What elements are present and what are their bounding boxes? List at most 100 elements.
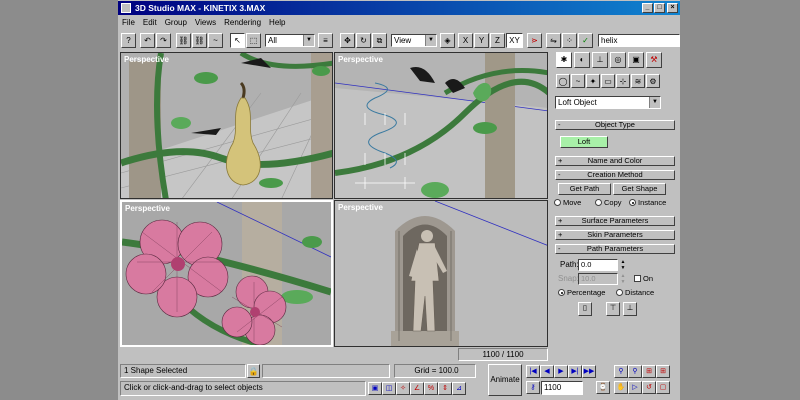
hierarchy-tab-icon[interactable]: ⊥ xyxy=(592,52,608,68)
loft-button[interactable]: Loft xyxy=(560,136,608,148)
previous-shape-button[interactable]: ⊤ xyxy=(606,302,620,316)
display-tab-icon[interactable]: ▣ xyxy=(628,52,644,68)
select-object-button[interactable]: ↖ xyxy=(230,33,245,48)
snap-on-checkbox[interactable]: On xyxy=(634,274,653,284)
pivot-center-button[interactable]: ◈ xyxy=(440,33,455,48)
scale-button[interactable]: ⧉ xyxy=(372,33,387,48)
arc-rotate-icon[interactable]: ↺ xyxy=(642,381,656,394)
instance-radio[interactable]: Instance xyxy=(629,198,666,208)
axis-xy-button[interactable]: XY xyxy=(506,33,523,48)
viewport-bottom-right[interactable]: Perspective xyxy=(334,200,548,347)
path-spinner-field[interactable]: 0.0 xyxy=(578,259,618,271)
menu-help[interactable]: Help xyxy=(265,16,289,30)
inverse-kinematics-button[interactable]: ⋗ xyxy=(527,33,542,48)
angle-snap-button[interactable]: ∠ xyxy=(410,382,424,395)
field-of-view-icon[interactable]: ▷ xyxy=(628,381,642,394)
viewport-top-left[interactable]: Perspective xyxy=(120,52,333,199)
helpers-icon[interactable]: ⊹ xyxy=(616,74,630,88)
rollout-object-type[interactable]: - Object Type xyxy=(555,120,675,130)
rollout-creation-method[interactable]: - Creation Method xyxy=(555,170,675,180)
go-to-start-button[interactable]: |◀ xyxy=(526,365,540,378)
rollout-skin-parameters[interactable]: + Skin Parameters xyxy=(555,230,675,240)
axis-y-button[interactable]: Y xyxy=(474,33,489,48)
array-button[interactable]: ⁘ xyxy=(562,33,577,48)
get-shape-button[interactable]: Get Shape xyxy=(613,183,666,195)
selection-lock-icon[interactable]: 🔒 xyxy=(247,364,260,378)
axis-z-button[interactable]: Z xyxy=(490,33,505,48)
time-slider[interactable]: 1100 / 1100 xyxy=(458,348,548,361)
path-spinner-arrows[interactable]: ▲ ▼ xyxy=(620,259,626,271)
menu-edit[interactable]: Edit xyxy=(139,16,161,30)
degradation-override-button[interactable]: ▣ xyxy=(368,382,382,395)
rollout-surface-parameters[interactable]: + Surface Parameters xyxy=(555,216,675,226)
move-radio[interactable]: Move xyxy=(554,198,581,208)
viewport-top-right[interactable]: Perspective xyxy=(334,52,548,199)
object-category-dropdown[interactable]: Loft Object ▼ xyxy=(555,96,661,109)
help-mode-button[interactable]: ? xyxy=(121,33,136,48)
zoom-icon[interactable]: ⚲ xyxy=(614,365,628,378)
spinner-snap-button[interactable]: ⇕ xyxy=(438,382,452,395)
redo-button[interactable]: ↷ xyxy=(156,33,171,48)
current-frame-field[interactable]: 1100 xyxy=(541,381,583,395)
select-by-name-button[interactable]: ≡ xyxy=(318,33,333,48)
link-button[interactable]: ⛓ xyxy=(176,33,191,48)
space-warps-icon[interactable]: ≋ xyxy=(631,74,645,88)
close-button[interactable]: × xyxy=(667,3,678,13)
create-tab-icon[interactable]: ✱ xyxy=(556,52,572,68)
distance-radio[interactable]: Distance xyxy=(616,288,654,298)
go-to-end-button[interactable]: ▶▶ xyxy=(582,365,596,378)
motion-tab-icon[interactable]: ◎ xyxy=(610,52,626,68)
key-filter-button[interactable]: ⊿ xyxy=(452,382,466,395)
viewport-bottom-left[interactable]: Perspective xyxy=(120,200,333,347)
snap-toggle-button[interactable]: ✧ xyxy=(396,382,410,395)
title-bar[interactable]: 3D Studio MAX - KINETIX 3.MAX _ □ × xyxy=(118,1,680,15)
rollout-name-and-color[interactable]: + Name and Color xyxy=(555,156,675,166)
utilities-tab-icon[interactable]: ⚒ xyxy=(646,52,662,68)
animate-button[interactable]: Animate xyxy=(488,364,522,396)
minimize-button[interactable]: _ xyxy=(642,3,653,13)
get-path-button[interactable]: Get Path xyxy=(558,183,611,195)
menu-views[interactable]: Views xyxy=(191,16,220,30)
next-shape-button[interactable]: ⊥ xyxy=(623,302,637,316)
maximize-button[interactable]: □ xyxy=(654,3,665,13)
systems-icon[interactable]: ⚙ xyxy=(646,74,660,88)
menu-file[interactable]: File xyxy=(118,16,139,30)
next-frame-button[interactable]: ▶| xyxy=(568,365,582,378)
pick-shape-button[interactable]: ▯ xyxy=(578,302,592,316)
rollout-minus: - xyxy=(558,244,561,253)
shapes-icon[interactable]: ~ xyxy=(571,74,585,88)
select-region-button[interactable]: ⬚ xyxy=(246,33,261,48)
window-crossing-button[interactable]: ◫ xyxy=(382,382,396,395)
zoom-extents-all-icon[interactable]: ⊞ xyxy=(656,365,670,378)
time-config-button[interactable]: ⌚ xyxy=(596,381,610,394)
menu-rendering[interactable]: Rendering xyxy=(220,16,265,30)
align-button[interactable]: ✓ xyxy=(578,33,593,48)
axis-x-button[interactable]: X xyxy=(458,33,473,48)
named-selection-field[interactable]: helix xyxy=(598,34,680,47)
zoom-all-icon[interactable]: ⚲ xyxy=(628,365,642,378)
lights-icon[interactable]: ✦ xyxy=(586,74,600,88)
min-max-toggle-icon[interactable]: ▢ xyxy=(656,381,670,394)
menu-group[interactable]: Group xyxy=(161,16,191,30)
bind-space-warp-button[interactable]: ~ xyxy=(208,33,223,48)
play-button[interactable]: ▶ xyxy=(554,365,568,378)
rollout-path-parameters[interactable]: - Path Parameters xyxy=(555,244,675,254)
modify-tab-icon[interactable]: ◐ xyxy=(574,52,590,68)
zoom-extents-icon[interactable]: ⊞ xyxy=(642,365,656,378)
rotate-button[interactable]: ↻ xyxy=(356,33,371,48)
percent-snap-button[interactable]: % xyxy=(424,382,438,395)
geometry-icon[interactable]: ◯ xyxy=(556,74,570,88)
mirror-button[interactable]: ⇋ xyxy=(546,33,561,48)
move-button[interactable]: ✥ xyxy=(340,33,355,48)
copy-radio[interactable]: Copy xyxy=(595,198,622,208)
cameras-icon[interactable]: ▭ xyxy=(601,74,615,88)
prompt-line: Click or click-and-drag to select object… xyxy=(120,381,366,396)
reference-coordinate-dropdown[interactable]: View ▼ xyxy=(391,34,437,47)
pan-icon[interactable]: ✋ xyxy=(614,381,628,394)
key-mode-button[interactable]: ⚷ xyxy=(526,381,540,394)
selection-filter-dropdown[interactable]: All ▼ xyxy=(265,34,315,47)
previous-frame-button[interactable]: ◀ xyxy=(540,365,554,378)
undo-button[interactable]: ↶ xyxy=(140,33,155,48)
percentage-radio[interactable]: Percentage xyxy=(558,288,605,298)
unlink-button[interactable]: ⛓ xyxy=(192,33,207,48)
